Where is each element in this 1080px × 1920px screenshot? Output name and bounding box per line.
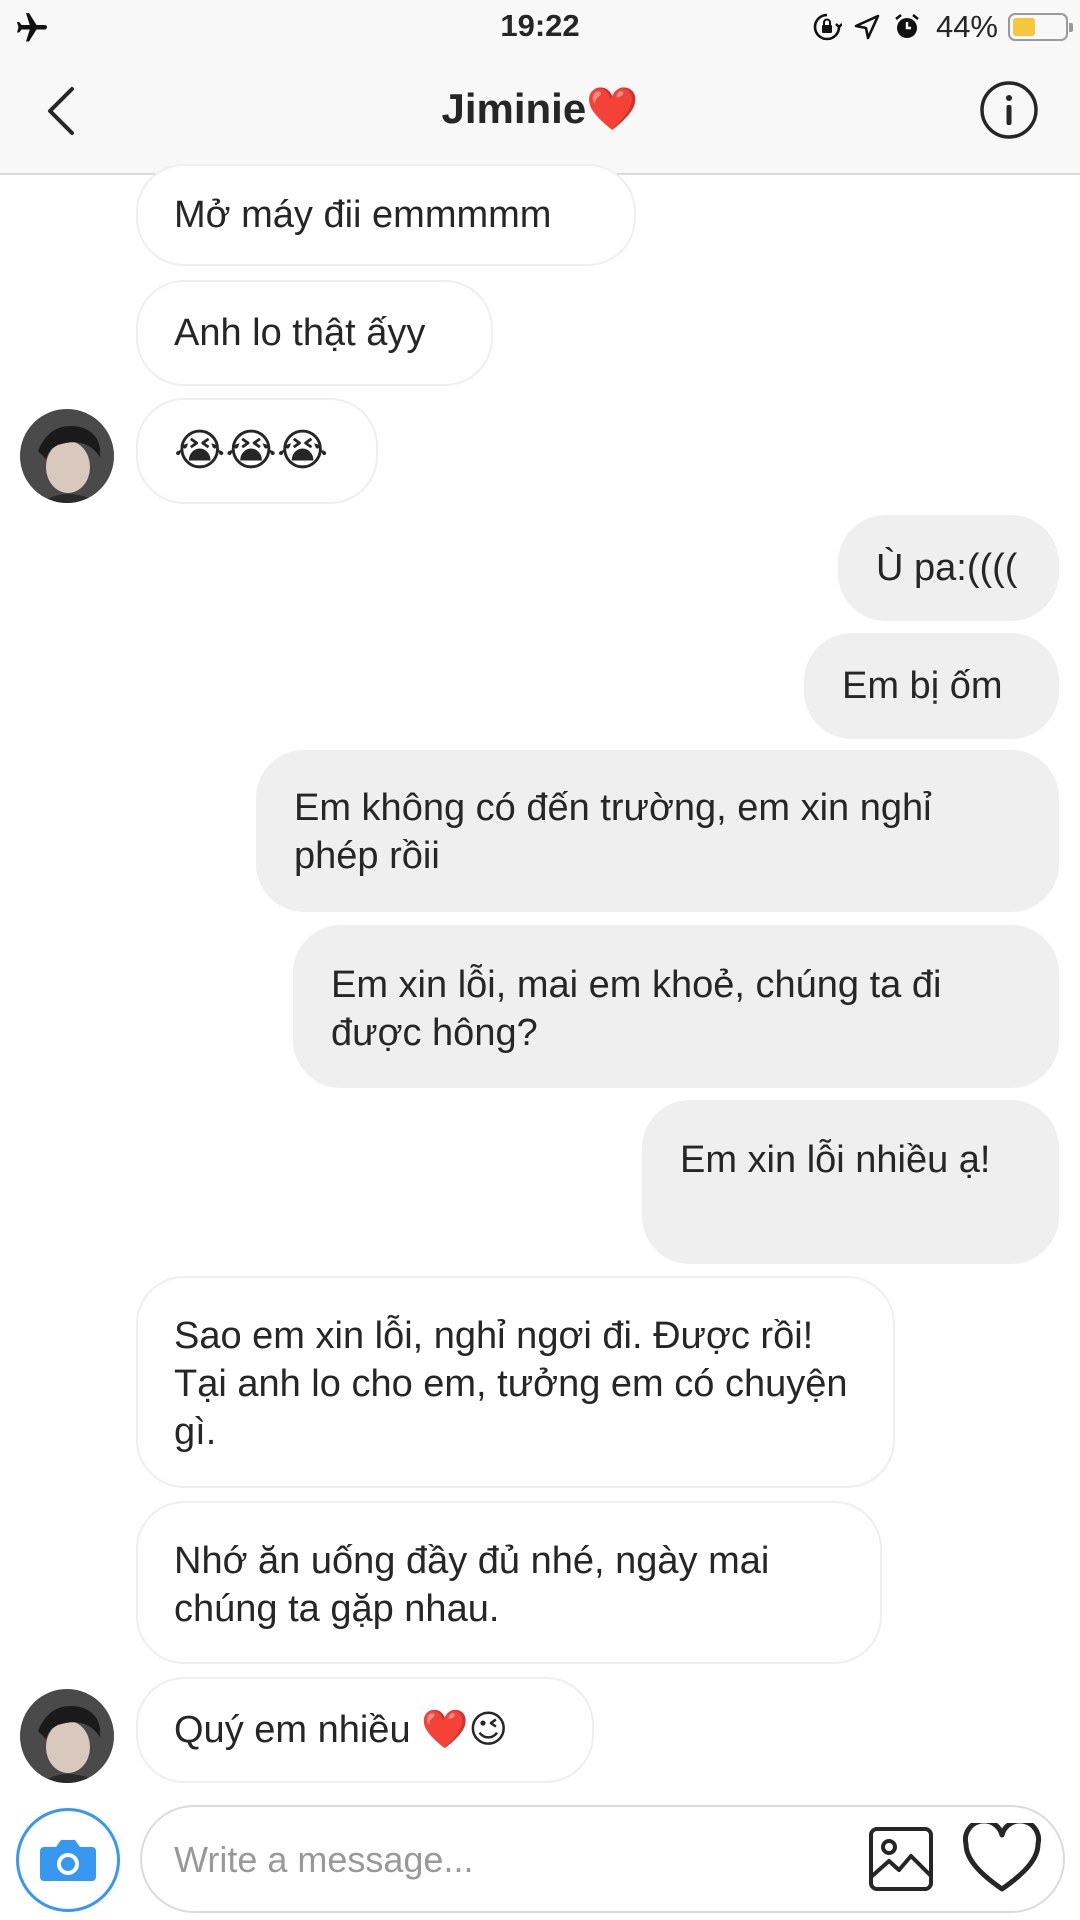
image-gallery-icon[interactable] xyxy=(867,1825,935,1893)
conversation-title[interactable]: Jiminie❤️ xyxy=(0,85,1080,134)
message-text: Nhớ ăn uống đầy đủ nhé, ngày mai chúng t… xyxy=(174,1540,770,1630)
message-bubble-outgoing[interactable]: Em xin lỗi, mai em khoẻ, chúng ta đi đượ… xyxy=(293,925,1059,1088)
message-bubble-incoming[interactable]: Sao em xin lỗi, nghỉ ngơi đi. Được rồi! … xyxy=(136,1276,895,1488)
message-text: Em xin lỗi, mai em khoẻ, chúng ta đi đượ… xyxy=(331,964,942,1054)
message-bubble-outgoing[interactable]: Ù pa:(((( xyxy=(838,515,1059,621)
message-text: Sao em xin lỗi, nghỉ ngơi đi. Được rồi! … xyxy=(174,1315,848,1453)
message-input[interactable] xyxy=(172,1807,876,1913)
message-text: Mở máy đii emmmmm xyxy=(174,194,552,236)
message-bubble-incoming[interactable]: Mở máy đii emmmmm xyxy=(136,164,636,266)
message-text: Anh lo thật ấyy xyxy=(174,312,426,354)
message-composer xyxy=(0,1795,1080,1920)
message-text: Em xin lỗi nhiều ạ! xyxy=(680,1139,991,1181)
message-bubble-incoming[interactable]: Nhớ ăn uống đầy đủ nhé, ngày mai chúng t… xyxy=(136,1501,882,1664)
message-input-container xyxy=(140,1805,1065,1913)
chat-header: Jiminie❤️ xyxy=(0,55,1080,175)
message-text: Em không có đến trường, em xin nghỉ phép… xyxy=(294,787,932,877)
heart-icon[interactable] xyxy=(962,1823,1042,1895)
message-text: 😭😭😭 xyxy=(174,426,329,475)
info-button[interactable] xyxy=(978,79,1040,141)
avatar[interactable] xyxy=(20,409,114,503)
status-bar: 19:22 44% xyxy=(0,0,1080,55)
message-text: Ù pa:(((( xyxy=(876,547,1018,589)
location-arrow-icon xyxy=(854,14,880,40)
camera-icon xyxy=(40,1840,96,1881)
message-bubble-outgoing[interactable]: Em không có đến trường, em xin nghỉ phép… xyxy=(256,750,1059,912)
message-bubble-outgoing[interactable]: Em bị ốm xyxy=(804,633,1059,739)
message-bubble-incoming[interactable]: Quý em nhiều ❤️😉 xyxy=(136,1677,594,1783)
avatar[interactable] xyxy=(20,1689,114,1783)
battery-percent: 44% xyxy=(935,9,998,44)
message-text: Em bị ốm xyxy=(842,665,1003,707)
camera-button[interactable] xyxy=(16,1808,120,1912)
orientation-lock-icon xyxy=(813,13,842,41)
alarm-icon xyxy=(895,13,919,38)
battery-icon xyxy=(1008,13,1073,41)
message-bubble-outgoing[interactable]: Em xin lỗi nhiều ạ! xyxy=(642,1100,1059,1264)
battery-level xyxy=(1013,18,1035,36)
message-text: Quý em nhiều ❤️😉 xyxy=(174,1709,509,1751)
message-bubble-incoming[interactable]: Anh lo thật ấyy xyxy=(136,280,493,386)
message-bubble-incoming[interactable]: 😭😭😭 xyxy=(136,398,378,504)
